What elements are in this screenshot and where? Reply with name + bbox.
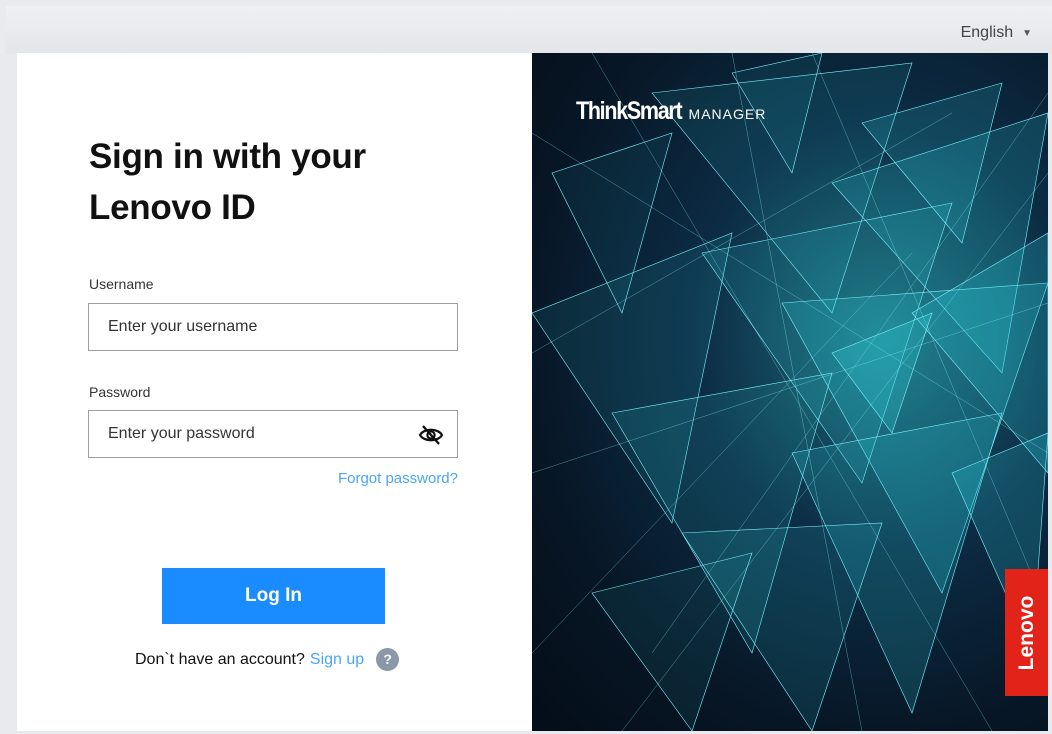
thinksmart-logo: ThinkSmart MANAGER: [576, 97, 766, 126]
title-line-2: Lenovo ID: [89, 188, 256, 227]
eye-slash-icon[interactable]: [417, 423, 445, 447]
brand-product-name: ThinkSmart: [576, 97, 683, 125]
no-account-text: Don`t have an account?: [135, 650, 305, 668]
question-icon[interactable]: ?: [376, 648, 400, 671]
password-input[interactable]: [89, 411, 457, 457]
language-selector[interactable]: English ▼: [961, 24, 1032, 42]
forgot-password-link[interactable]: Forgot password?: [327, 470, 458, 487]
signin-panel: Sign in with your Lenovo ID Username Pas…: [17, 53, 532, 731]
language-label: English: [960, 24, 1014, 41]
lenovo-logo: Lenovo: [1005, 569, 1048, 696]
password-label: Password: [89, 384, 151, 400]
chevron-down-icon: ▼: [1022, 27, 1032, 39]
username-field-box: [88, 303, 458, 351]
username-label: Username: [89, 276, 154, 292]
page-title: Sign in with your Lenovo ID: [89, 131, 366, 233]
abstract-network-art: [532, 53, 1048, 731]
brand-panel: ThinkSmart MANAGER Lenovo: [532, 53, 1048, 731]
signup-row: Don`t have an account? Sign up ?: [135, 648, 400, 671]
login-button[interactable]: Log In: [162, 568, 385, 624]
signin-card: Sign in with your Lenovo ID Username Pas…: [17, 53, 1048, 731]
lenovo-logo-text: Lenovo: [1014, 595, 1038, 670]
brand-product-suffix: MANAGER: [688, 106, 767, 122]
title-line-1: Sign in with your: [89, 137, 366, 176]
username-input[interactable]: [89, 304, 457, 350]
top-bar: English ▼: [6, 6, 1052, 54]
password-field-box: [88, 410, 458, 458]
signup-link[interactable]: Sign up: [310, 651, 364, 669]
